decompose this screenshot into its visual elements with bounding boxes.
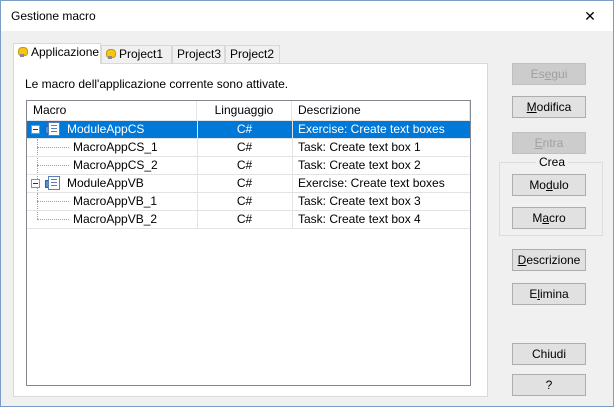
macro-name: MacroAppVB_1 (73, 194, 158, 208)
macro-name: ModuleAppVB (67, 176, 144, 190)
macro-name: MacroAppVB_2 (73, 212, 158, 226)
column-separator (197, 121, 198, 229)
list-item[interactable]: MacroAppVB_2 C# Task: Create text box 4 (27, 211, 470, 229)
macro-list[interactable]: Macro Linguaggio Descrizione ModuleAppCS… (26, 100, 471, 386)
macro-language: C# (236, 122, 253, 136)
list-header: Macro Linguaggio Descrizione (27, 101, 470, 121)
description-button[interactable]: Descrizione (512, 249, 586, 271)
list-item[interactable]: MacroAppCS_2 C# Task: Create text box 2 (27, 157, 470, 175)
column-header-macro[interactable]: Macro (27, 101, 197, 121)
run-button[interactable]: Esegui (512, 63, 586, 85)
macro-language: C# (236, 158, 253, 172)
module-icon (45, 176, 61, 191)
macro-language: C# (236, 176, 253, 190)
new-module-button[interactable]: Modulo (512, 174, 586, 196)
macro-language: C# (236, 194, 253, 208)
new-macro-button[interactable]: Macro (512, 207, 586, 229)
tab-label: Applicazione (31, 45, 100, 59)
macro-name: ModuleAppCS (67, 122, 145, 136)
macro-name: MacroAppCS_2 (73, 158, 158, 172)
tab-project3[interactable]: Project3 (172, 45, 225, 63)
step-into-button[interactable]: Entra (512, 132, 586, 154)
tab-project2[interactable]: Project2 (225, 45, 280, 63)
close-icon[interactable]: ✕ (567, 1, 613, 31)
tab-applicazione[interactable]: Applicazione (13, 43, 101, 64)
macro-description: Task: Create text box 2 (298, 158, 421, 172)
help-button[interactable]: ? (512, 374, 586, 396)
title-bar: Gestione macro ✕ (1, 1, 613, 31)
macro-name: MacroAppCS_1 (73, 140, 158, 154)
column-header-language[interactable]: Linguaggio (197, 101, 292, 121)
macro-description: Task: Create text box 1 (298, 140, 421, 154)
macro-description: Task: Create text box 4 (298, 212, 421, 226)
delete-button[interactable]: Elimina (512, 283, 586, 305)
bulb-icon (106, 49, 116, 59)
macro-language: C# (236, 140, 253, 154)
list-item[interactable]: MacroAppVB_1 C# Task: Create text box 3 (27, 193, 470, 211)
edit-button[interactable]: Modifica (512, 96, 586, 118)
collapse-icon[interactable] (31, 179, 40, 188)
list-item[interactable]: MacroAppCS_1 C# Task: Create text box 1 (27, 139, 470, 157)
column-header-description[interactable]: Descrizione (292, 101, 470, 121)
macro-description: Task: Create text box 3 (298, 194, 421, 208)
list-item[interactable]: ModuleAppCS C# Exercise: Create text box… (27, 121, 470, 139)
create-group-label: Crea (536, 155, 569, 169)
tab-label: Project2 (230, 47, 275, 61)
collapse-icon[interactable] (31, 125, 40, 134)
intro-text: Le macro dell'applicazione corrente sono… (25, 77, 289, 91)
macro-manager-window: Gestione macro ✕ Applicazione Project1 P… (0, 0, 614, 407)
macro-description: Exercise: Create text boxes (298, 176, 445, 190)
module-icon (45, 122, 61, 137)
tab-panel-applicazione: Le macro dell'applicazione corrente sono… (13, 63, 488, 397)
list-item[interactable]: ModuleAppVB C# Exercise: Create text box… (27, 175, 470, 193)
tab-label: Project3 (177, 47, 222, 61)
column-separator (292, 121, 293, 229)
bulb-icon (18, 47, 28, 57)
macro-description: Exercise: Create text boxes (298, 122, 445, 136)
tab-project1[interactable]: Project1 (101, 45, 172, 63)
tab-label: Project1 (119, 47, 164, 61)
macro-language: C# (236, 212, 253, 226)
close-button[interactable]: Chiudi (512, 343, 586, 365)
window-title: Gestione macro (11, 9, 96, 23)
